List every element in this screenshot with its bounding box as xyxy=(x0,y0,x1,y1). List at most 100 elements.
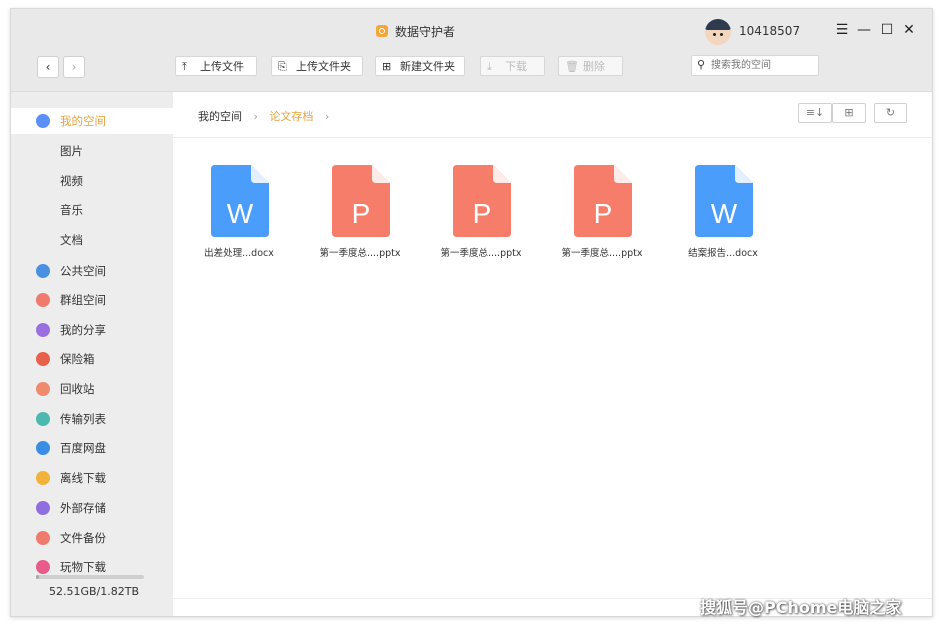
download-label: 下载 xyxy=(505,60,527,73)
delete-button[interactable]: 🗑 删除 xyxy=(558,56,623,76)
wanwu-download-icon xyxy=(36,560,50,574)
powerpoint-document-icon: P xyxy=(453,165,511,237)
sidebar-item[interactable]: 保险箱 xyxy=(11,346,173,372)
powerpoint-document-icon: P xyxy=(332,165,390,237)
sidebar-item-label: 保险箱 xyxy=(60,346,95,372)
transfer-icon xyxy=(36,412,50,426)
delete-label: 删除 xyxy=(583,60,605,73)
powerpoint-document-icon: P xyxy=(574,165,632,237)
upload-file-button[interactable]: ⤒ 上传文件 xyxy=(175,56,257,76)
sidebar-item[interactable]: 音乐 xyxy=(11,197,173,223)
chevron-right-icon: › xyxy=(325,110,329,123)
file-item[interactable]: P 第一季度总....pptx xyxy=(431,165,531,261)
upload-folder-button[interactable]: ⎘ 上传文件夹 xyxy=(271,56,363,76)
file-name: 出差处理...docx xyxy=(189,245,289,259)
search-input[interactable] xyxy=(711,58,815,73)
refresh-button[interactable]: ↻ xyxy=(874,103,907,123)
file-type-letter: P xyxy=(594,198,613,229)
file-name: 第一季度总....pptx xyxy=(310,245,410,259)
app-window: 数据守护者 10418507 ☰ — ☐ ✕ ‹ › ⤒ 上传文件 ⎘ 上传文件… xyxy=(10,8,933,617)
sidebar-item-label: 百度网盘 xyxy=(60,435,106,461)
file-type-letter: P xyxy=(473,198,492,229)
app-title: 数据守护者 xyxy=(395,23,455,40)
download-icon: ⤓ xyxy=(487,57,492,77)
divider xyxy=(173,137,932,138)
minimize-button[interactable]: — xyxy=(856,22,872,38)
file-item[interactable]: P 第一季度总....pptx xyxy=(310,165,410,261)
forward-button[interactable]: › xyxy=(63,56,85,78)
file-type-letter: W xyxy=(227,198,254,229)
main-panel: 我的空间 › 论文存档 › ≡↓ ⊞ ↻ W 出差处理...docx P 第一季度总.… xyxy=(173,92,932,616)
sort-list-icon: ≡↓ xyxy=(806,106,824,119)
sidebar-item[interactable]: 文件备份 xyxy=(11,525,173,551)
maximize-button[interactable]: ☐ xyxy=(879,22,895,38)
sidebar-item-label: 群组空间 xyxy=(60,287,106,313)
public-space-icon xyxy=(36,264,50,278)
back-button[interactable]: ‹ xyxy=(37,56,59,78)
share-icon xyxy=(36,323,50,337)
menu-icon[interactable]: ☰ xyxy=(834,22,850,38)
sidebar-item[interactable]: 百度网盘 xyxy=(11,435,173,461)
safe-icon xyxy=(36,352,50,366)
external-storage-icon xyxy=(36,501,50,515)
file-name: 第一季度总....pptx xyxy=(431,245,531,259)
storage-usage-bar xyxy=(36,575,144,579)
file-name: 第一季度总....pptx xyxy=(552,245,652,259)
close-button[interactable]: ✕ xyxy=(901,22,917,38)
sidebar-item-label: 离线下载 xyxy=(60,465,106,491)
breadcrumb-root[interactable]: 我的空间 xyxy=(198,110,242,123)
baidu-cloud-icon xyxy=(36,441,50,455)
word-document-icon: W xyxy=(695,165,753,237)
file-name: 结案报告...docx xyxy=(673,245,773,259)
sidebar-item[interactable]: 公共空间 xyxy=(11,258,173,284)
upload-folder-icon: ⎘ xyxy=(278,57,287,77)
watermark: 搜狐号@PChome电脑之家 xyxy=(700,594,901,618)
upload-icon: ⤒ xyxy=(182,57,187,77)
recycle-bin-icon xyxy=(36,382,50,396)
offline-download-icon xyxy=(36,471,50,485)
breadcrumb-current[interactable]: 论文存档 xyxy=(269,110,313,123)
sidebar: 玩物下载文件备份外部存储离线下载百度网盘传输列表回收站保险箱我的分享群组空间公共… xyxy=(11,92,173,616)
group-space-icon xyxy=(36,293,50,307)
file-type-letter: W xyxy=(711,198,738,229)
breadcrumb: 我的空间 › 论文存档 › xyxy=(198,108,337,124)
new-folder-label: 新建文件夹 xyxy=(400,60,455,73)
sidebar-item[interactable]: 我的空间 xyxy=(11,108,173,134)
sidebar-item[interactable]: 外部存储 xyxy=(11,495,173,521)
sidebar-item-label: 回收站 xyxy=(60,376,95,402)
sidebar-item[interactable]: 图片 xyxy=(11,138,173,164)
new-folder-icon: ⊞ xyxy=(382,57,391,77)
file-item[interactable]: W 出差处理...docx xyxy=(189,165,289,261)
trash-icon: 🗑 xyxy=(565,57,579,77)
sidebar-item-label: 公共空间 xyxy=(60,258,106,284)
user-id[interactable]: 10418507 xyxy=(739,24,800,38)
my-space-icon xyxy=(36,114,50,128)
download-button[interactable]: ⤓ 下载 xyxy=(480,56,545,76)
app-logo-icon xyxy=(376,25,388,37)
sort-button[interactable]: ≡↓ xyxy=(798,103,832,123)
file-item[interactable]: P 第一季度总....pptx xyxy=(552,165,652,261)
sidebar-item-label: 音乐 xyxy=(60,197,83,223)
sidebar-item[interactable]: 回收站 xyxy=(11,376,173,402)
new-folder-button[interactable]: ⊞ 新建文件夹 xyxy=(375,56,465,76)
file-item[interactable]: W 结案报告...docx xyxy=(673,165,773,261)
search-box[interactable]: ⚲ xyxy=(691,55,819,76)
sidebar-item[interactable]: 离线下载 xyxy=(11,465,173,491)
refresh-icon: ↻ xyxy=(886,106,895,119)
grid-view-button[interactable]: ⊞ xyxy=(832,103,866,123)
user-avatar[interactable] xyxy=(705,19,731,45)
sidebar-item[interactable]: 群组空间 xyxy=(11,287,173,313)
sidebar-item[interactable]: 我的分享 xyxy=(11,317,173,343)
sidebar-item-label: 视频 xyxy=(60,168,83,194)
title-bar: 数据守护者 10418507 ☰ — ☐ ✕ xyxy=(11,9,932,54)
sidebar-item-label: 传输列表 xyxy=(60,406,106,432)
sidebar-item[interactable]: 传输列表 xyxy=(11,406,173,432)
sidebar-item-label: 文件备份 xyxy=(60,525,106,551)
sidebar-item-label: 外部存储 xyxy=(60,495,106,521)
sidebar-item[interactable]: 视频 xyxy=(11,168,173,194)
sidebar-item[interactable]: 文档 xyxy=(11,227,173,253)
storage-usage-text: 52.51GB/1.82TB xyxy=(49,585,139,598)
backup-icon xyxy=(36,531,50,545)
sidebar-item-label: 我的空间 xyxy=(60,108,106,134)
sidebar-item-label: 图片 xyxy=(60,138,83,164)
